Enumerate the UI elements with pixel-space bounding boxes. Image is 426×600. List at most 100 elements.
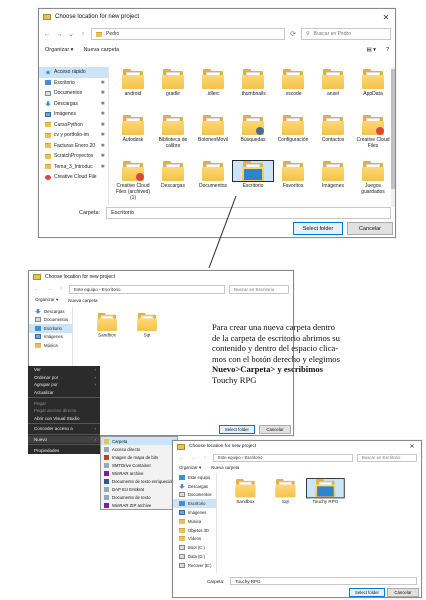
img-icon — [179, 510, 185, 516]
folder-item[interactable]: Sandbox — [89, 313, 125, 338]
context-menu-label: Pegar — [34, 400, 47, 406]
submenu-item[interactable]: WinRAR ZIP archive — [101, 501, 177, 509]
doc-icon — [179, 492, 185, 498]
context-menu-label: Pegar acceso directo — [34, 408, 77, 414]
context-menu-item[interactable]: Propiedades — [28, 446, 100, 454]
submenu-item[interactable]: SMTDrive Container — [101, 461, 177, 469]
app-icon — [33, 274, 41, 280]
submenu-item[interactable]: Carpeta — [101, 437, 177, 445]
folder-label: Sqt — [143, 332, 151, 339]
sidebar-item[interactable]: Descargas — [29, 307, 72, 316]
submenu-item[interactable]: DAP EU Erstkrat — [101, 485, 177, 493]
cancel-button[interactable]: Cancelar — [259, 425, 291, 434]
folder-grid: Sandbox Sqt Touchy RPG — [227, 478, 407, 529]
context-menu-item[interactable]: Pegar — [28, 399, 100, 407]
annotation-line: Touchy RPG — [212, 374, 257, 385]
submenu-item[interactable]: Documento de texto enriquecido — [101, 477, 177, 485]
dialog-title-bar: Choose location for new project ✕ — [173, 441, 421, 452]
forward-arrow-icon[interactable]: → — [189, 455, 197, 461]
select-folder-button[interactable]: Select folder — [349, 588, 385, 597]
new-folder-button[interactable]: Nueva carpeta — [68, 298, 97, 303]
submenu-item[interactable]: Documento de texto — [101, 493, 177, 501]
search-input[interactable]: Buscar en Escritorio — [229, 284, 289, 294]
submenu-item[interactable]: WinRAR archive — [101, 469, 177, 477]
sidebar-item[interactable]: Objetos 3D — [173, 526, 216, 535]
context-menu-item[interactable]: Actualizar — [28, 389, 100, 397]
sidebar-item-label: Imágenes — [188, 510, 207, 516]
organize-button[interactable]: Organizar ▾ — [35, 297, 58, 303]
back-arrow-icon[interactable]: ← — [33, 286, 41, 292]
folder-thumbnail — [267, 479, 304, 498]
context-menu-label: Nuevo — [34, 437, 48, 443]
context-menu-item[interactable]: Nuevo › — [28, 435, 100, 444]
context-menu-item[interactable]: Conceder acceso a › — [28, 425, 100, 433]
organize-button[interactable]: Organizar ▾ — [179, 465, 201, 471]
sidebar-item-label: Descargas — [44, 308, 65, 314]
sidebar-item-label: Música — [188, 518, 202, 524]
context-menu-label: Abrir con Visual Studio — [34, 415, 80, 421]
file-type-icon — [104, 478, 109, 484]
submenu-item[interactable]: Acceso directo — [101, 445, 177, 453]
sidebar-item[interactable]: Data (D:) — [173, 552, 216, 561]
sidebar-item[interactable]: Música — [173, 517, 216, 526]
context-menu: Ver › Ordenar por › Agrupar por › Actualizar Pe… — [28, 366, 100, 454]
annotation-line: contenido y dentro del espacio clica- — [212, 343, 339, 354]
sidebar-item[interactable]: Imágenes — [29, 333, 72, 342]
sidebar-item[interactable]: Recover (E:) — [173, 561, 216, 570]
folder-item[interactable]: Sqt — [267, 479, 304, 505]
context-menu-label: Agrupar por — [34, 382, 58, 388]
folder-item[interactable]: Touchy RPG — [306, 478, 345, 505]
sidebar-item[interactable]: Documentos — [29, 316, 72, 325]
sidebar-item-label: Documentos — [44, 317, 69, 323]
sidebar-item[interactable]: Imágenes — [173, 508, 216, 517]
folder-item[interactable]: Sqt — [129, 313, 165, 338]
sidebar-item[interactable]: Este equipo — [173, 473, 216, 482]
down-icon — [179, 483, 185, 489]
address-path[interactable]: Este equipo › Escritorio — [213, 453, 353, 462]
up-arrow-icon[interactable]: ↑ — [201, 455, 209, 461]
submenu-label: Documento de texto enriquecido — [112, 478, 174, 484]
sidebar-item[interactable]: Música — [29, 341, 72, 350]
sidebar-item[interactable]: Vídeos — [173, 535, 216, 544]
submenu-item[interactable]: Imagen de mapa de bits — [101, 453, 177, 461]
search-input[interactable]: Buscar en Escritorio — [357, 453, 417, 462]
folder-icon — [97, 313, 117, 331]
new-folder-button[interactable]: Nueva carpeta — [211, 465, 239, 470]
doc-icon — [35, 317, 41, 323]
back-arrow-icon[interactable]: ← — [177, 455, 185, 461]
folder-item[interactable]: Sandbox — [227, 479, 264, 505]
select-folder-button[interactable]: Select folder — [219, 425, 255, 434]
file-type-icon — [104, 446, 109, 452]
sidebar-item[interactable]: Escritorio — [29, 324, 72, 333]
context-menu-item[interactable]: Ordenar por › — [28, 374, 100, 382]
context-menu-item[interactable]: Ver › — [28, 366, 100, 374]
sidebar-item-label: Este equipo — [188, 474, 211, 480]
context-menu-item[interactable]: Agrupar por › — [28, 381, 100, 389]
sidebar-item[interactable]: Escritorio — [173, 499, 216, 509]
down-icon — [35, 308, 41, 314]
sidebar-item[interactable]: Documentos — [173, 491, 216, 500]
annotation-line: Para crear una nueva carpeta dentro — [212, 322, 335, 332]
folder-name-input[interactable]: Touchy RPG — [230, 577, 417, 585]
sidebar-item-label: Boot (C:) — [188, 545, 205, 551]
close-icon[interactable]: ✕ — [403, 443, 421, 450]
sidebar-item[interactable]: Boot (C:) — [173, 543, 216, 552]
file-type-icon — [104, 502, 109, 508]
chevron-right-icon: › — [94, 374, 97, 380]
submenu-label: Documento de texto — [112, 494, 151, 500]
forward-arrow-icon[interactable]: → — [45, 286, 53, 292]
address-path[interactable]: Este equipo › Escritorio — [69, 284, 225, 294]
context-menu-item[interactable]: Abrir con Visual Studio — [28, 415, 100, 423]
sidebar-item-label: Data (D:) — [188, 554, 205, 560]
annotation-line: mos con el botón derecho y elegimos — [212, 353, 340, 364]
sidebar-item-label: Escritorio — [44, 325, 62, 331]
sidebar-item-label: Recover (E:) — [188, 562, 212, 568]
cancel-button[interactable]: Cancelar — [387, 588, 419, 597]
context-menu-item[interactable]: Pegar acceso directo — [28, 407, 100, 415]
up-arrow-icon[interactable]: ↑ — [57, 286, 65, 292]
search-placeholder: Buscar en Escritorio — [362, 455, 401, 460]
sidebar-item[interactable]: Descargas — [173, 482, 216, 491]
desk-icon — [35, 325, 41, 331]
submenu-label: Carpeta — [112, 438, 128, 444]
file-type-icon — [104, 454, 109, 460]
